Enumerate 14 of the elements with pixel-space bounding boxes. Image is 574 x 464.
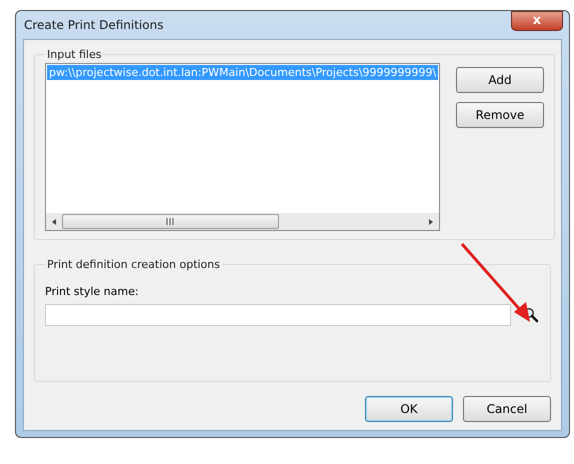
field-label: Print style name:	[45, 285, 140, 298]
group-label: Print definition creation options	[46, 258, 221, 271]
print-style-field[interactable]	[45, 304, 511, 326]
horizontal-scrollbar[interactable]	[46, 213, 439, 230]
group-label: Input files	[46, 48, 102, 61]
cancel-button[interactable]: Cancel	[463, 396, 551, 422]
remove-button[interactable]: Remove	[456, 102, 544, 128]
window-title: Create Print Definitions	[24, 18, 164, 32]
grip-icon	[166, 218, 174, 225]
scroll-right-icon[interactable]	[427, 218, 435, 226]
scroll-left-icon[interactable]	[50, 218, 58, 226]
add-button[interactable]: Add	[456, 67, 544, 93]
ok-button[interactable]: OK	[365, 396, 453, 422]
scroll-thumb[interactable]	[62, 214, 279, 229]
